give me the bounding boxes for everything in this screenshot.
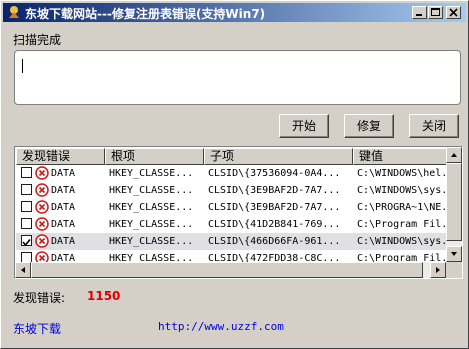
status-label: 扫描完成 xyxy=(13,33,62,47)
column-header-root[interactable]: 根项 xyxy=(105,148,204,165)
scrollbar-corner xyxy=(446,262,462,278)
app-window: 东坡下载网站---修复注册表错误(支持Win7) 扫描完成 开始 修复 关闭 发… xyxy=(0,0,469,349)
row-checkbox[interactable] xyxy=(21,201,32,212)
cell-root-key: HKEY_CLASSE... xyxy=(109,185,194,196)
cell-error-type: DATA xyxy=(51,219,76,230)
scroll-left-button[interactable] xyxy=(15,262,31,278)
arrow-left-icon xyxy=(21,267,25,273)
cell-key-value: C:\WINDOWS\hel... xyxy=(357,168,446,179)
close-button[interactable]: 关闭 xyxy=(409,114,459,138)
start-button[interactable]: 开始 xyxy=(279,114,329,138)
row-checkbox[interactable] xyxy=(21,167,32,178)
cell-root-key: HKEY_CLASSE... xyxy=(109,202,194,213)
table-row[interactable]: DATA HKEY_CLASSE... CLSID\{41D2B841-769...… xyxy=(16,216,446,233)
cell-key-value: C:\WINDOWS\sys... xyxy=(357,185,446,196)
cell-subkey: CLSID\{41D2B841-769... xyxy=(208,219,341,230)
app-icon xyxy=(9,6,19,18)
cell-root-key: HKEY_CLASSE... xyxy=(109,168,194,179)
error-x-icon xyxy=(35,234,49,248)
repair-button[interactable]: 修复 xyxy=(344,114,394,138)
vertical-scrollbar[interactable] xyxy=(446,147,462,262)
title-bar[interactable]: 东坡下载网站---修复注册表错误(支持Win7) xyxy=(3,3,466,22)
arrow-right-icon xyxy=(436,267,440,273)
scroll-down-button[interactable] xyxy=(446,246,462,262)
cell-subkey: CLSID\{466D66FA-961... xyxy=(208,236,341,247)
cell-error-type: DATA xyxy=(51,168,76,179)
cell-error-type: DATA xyxy=(51,202,76,213)
column-header-subkey[interactable]: 子项 xyxy=(204,148,353,165)
cell-key-value: C:\PROGRA~1\NE... xyxy=(357,202,446,213)
minimize-icon xyxy=(416,14,422,16)
maximize-icon xyxy=(431,8,440,16)
row-checkbox[interactable] xyxy=(21,218,32,229)
arrow-down-icon xyxy=(451,252,457,256)
scroll-up-button[interactable] xyxy=(446,147,462,163)
table-row[interactable]: DATA HKEY_CLASSE... CLSID\{37536094-0A4...… xyxy=(16,165,446,182)
arrow-up-icon xyxy=(451,153,457,157)
table-row[interactable]: DATA HKEY_CLASSE... CLSID\{466D66FA-961...… xyxy=(16,233,446,250)
minimize-button[interactable] xyxy=(412,6,427,19)
close-icon xyxy=(449,8,458,17)
error-list-body: 发现错误 根项 子项 键值 DATA HKEY_CLASSE... CLSID\{3… xyxy=(16,148,446,264)
cell-key-value: C:\Program Fil... xyxy=(357,219,446,230)
row-checkbox[interactable] xyxy=(21,184,32,195)
cell-subkey: CLSID\{3E9BAF2D-7A7... xyxy=(208,202,341,213)
error-count-label: 发现错误: xyxy=(13,291,66,305)
error-x-icon xyxy=(35,183,49,197)
window-title: 东坡下载网站---修复注册表错误(支持Win7) xyxy=(25,7,266,21)
error-x-icon xyxy=(35,200,49,214)
cell-subkey: CLSID\{37536094-0A4... xyxy=(208,168,341,179)
error-x-icon xyxy=(35,166,49,180)
table-row[interactable]: DATA HKEY_CLASSE... CLSID\{3E9BAF2D-7A7...… xyxy=(16,199,446,216)
footer-url-link[interactable]: http://www.uzzf.com xyxy=(158,320,284,333)
table-row[interactable]: DATA HKEY_CLASSE... CLSID\{3E9BAF2D-7A7...… xyxy=(16,182,446,199)
error-x-icon xyxy=(35,217,49,231)
horizontal-scroll-thumb[interactable] xyxy=(31,262,423,278)
close-window-button[interactable] xyxy=(446,6,461,19)
row-checkbox[interactable] xyxy=(21,235,32,247)
cell-root-key: HKEY_CLASSE... xyxy=(109,219,194,230)
log-textbox[interactable] xyxy=(14,50,461,105)
maximize-button[interactable] xyxy=(428,6,443,19)
error-list[interactable]: 发现错误 根项 子项 键值 DATA HKEY_CLASSE... CLSID\{3… xyxy=(14,146,463,279)
horizontal-scrollbar[interactable] xyxy=(15,262,446,278)
cell-key-value: C:\WINDOWS\sys... xyxy=(357,236,446,247)
cell-root-key: HKEY_CLASSE... xyxy=(109,236,194,247)
column-header-error[interactable]: 发现错误 xyxy=(16,148,105,165)
column-header-value[interactable]: 键值 xyxy=(353,148,446,165)
footer-site-name[interactable]: 东坡下载 xyxy=(13,320,61,337)
cell-subkey: CLSID\{3E9BAF2D-7A7... xyxy=(208,185,341,196)
text-caret xyxy=(22,59,23,73)
scroll-right-button[interactable] xyxy=(430,262,446,278)
cell-error-type: DATA xyxy=(51,236,76,247)
checkmark-icon xyxy=(22,238,31,247)
vertical-scroll-thumb[interactable] xyxy=(446,163,462,241)
cell-error-type: DATA xyxy=(51,185,76,196)
error-count-value: 1150 xyxy=(87,289,121,303)
